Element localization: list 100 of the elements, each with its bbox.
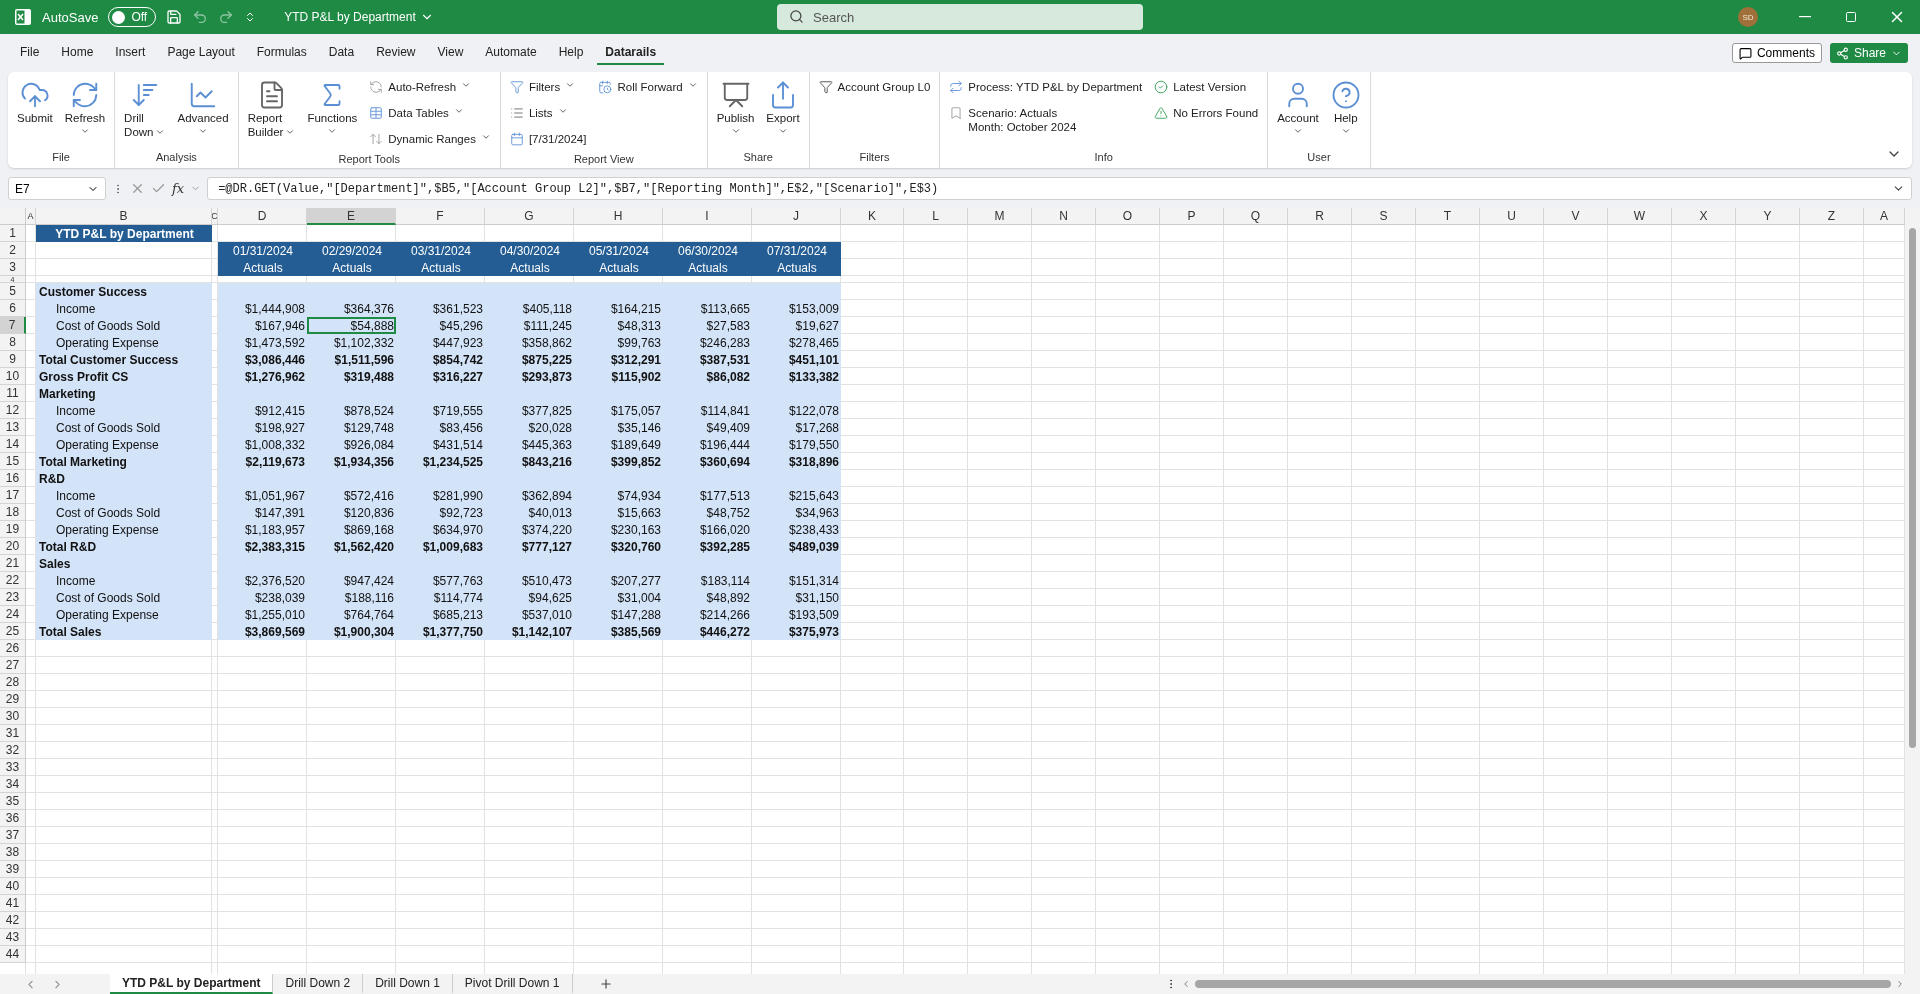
row-number[interactable]: 7 [0,317,26,334]
ribbon-button[interactable]: Export [763,78,803,138]
search-field[interactable]: Search [777,4,1143,30]
cancel-icon[interactable] [130,181,145,196]
column-header[interactable]: H [574,208,663,225]
ribbon-button[interactable]: Account Group L0 [815,78,934,101]
row-number[interactable]: 1 [0,225,26,242]
row-number[interactable]: 28 [0,674,26,691]
menu-tab[interactable]: File [12,41,48,65]
row-number[interactable]: 27 [0,657,26,674]
row-number[interactable]: 11 [0,385,26,402]
column-header[interactable]: U [1480,208,1544,225]
column-header[interactable]: I [663,208,752,225]
row-number[interactable]: 39 [0,861,26,878]
ribbon-button[interactable]: Refresh [61,78,109,138]
row-number[interactable]: 6 [0,300,26,317]
share-button[interactable]: Share [1829,43,1908,63]
row-number[interactable]: 32 [0,742,26,759]
menu-tab[interactable]: Insert [107,41,154,65]
row-number[interactable]: 35 [0,793,26,810]
save-icon[interactable] [166,9,183,25]
column-header[interactable]: M [968,208,1032,225]
row-number[interactable]: 29 [0,691,26,708]
row-number[interactable]: 31 [0,725,26,742]
column-header[interactable]: S [1352,208,1416,225]
menu-tab[interactable]: Help [550,41,592,65]
menu-tab[interactable]: Page Layout [159,41,243,65]
row-number[interactable]: 38 [0,844,26,861]
row-number[interactable]: 42 [0,912,26,929]
menu-tab[interactable]: Review [368,41,424,65]
column-header[interactable]: O [1096,208,1160,225]
scroll-right-icon[interactable] [1895,979,1905,989]
menu-tab[interactable]: Data [320,41,363,65]
row-number[interactable]: 2 [0,242,26,259]
row-number[interactable]: 33 [0,759,26,776]
ribbon-button[interactable]: [7/31/2024] [506,130,590,153]
row-number[interactable]: 18 [0,504,26,521]
menu-tab[interactable]: Datarails [597,41,665,65]
column-header[interactable]: G [485,208,574,225]
sheet-tab[interactable]: YTD P&L by Department [110,974,274,994]
row-number[interactable]: 34 [0,776,26,793]
column-header[interactable]: J [752,208,841,225]
row-number[interactable]: 43 [0,929,26,946]
row-number[interactable]: 21 [0,555,26,572]
column-header[interactable]: L [904,208,968,225]
column-header[interactable]: W [1608,208,1672,225]
menu-tab[interactable]: Formulas [248,41,315,65]
scroll-left-icon[interactable] [1181,979,1191,989]
column-header[interactable]: K [841,208,904,225]
row-number[interactable]: 26 [0,640,26,657]
ribbon-button[interactable]: Drill Down [121,78,169,141]
ribbon-button[interactable]: Help [1327,78,1364,138]
sheet-tab[interactable]: Drill Down 1 [363,974,453,994]
column-header[interactable]: T [1416,208,1480,225]
name-box[interactable]: E7 [8,177,106,200]
row-number[interactable]: 16 [0,470,26,487]
ribbon-button[interactable]: Dynamic Ranges [366,130,494,153]
column-header[interactable]: A [1864,208,1905,225]
horizontal-scrollbar[interactable] [1195,980,1891,988]
menu-tab[interactable]: View [429,41,472,65]
column-header[interactable]: B [36,208,212,225]
user-avatar[interactable]: SD [1738,7,1758,27]
column-header[interactable]: R [1288,208,1352,225]
row-number[interactable]: 14 [0,436,26,453]
ribbon-button[interactable]: Functions [304,78,361,138]
undo-icon[interactable] [192,9,209,25]
row-number[interactable]: 44 [0,946,26,963]
row-number[interactable]: 9 [0,351,26,368]
row-number[interactable]: 41 [0,895,26,912]
menu-tab[interactable]: Home [53,41,102,65]
ribbon-button[interactable]: Filters [506,78,590,101]
sheet-tab[interactable]: Pivot Drill Down 1 [452,974,573,994]
formula-field[interactable]: =@DR.GET(Value,"[Department]",$B5,"[Account Group L2]",$B7,"[Reporting Month]",E$2,"[Scenario]",E$3) [207,177,1912,200]
row-number[interactable]: 13 [0,419,26,436]
row-number[interactable]: 40 [0,878,26,895]
column-header[interactable]: X [1672,208,1736,225]
column-header[interactable]: Z [1800,208,1864,225]
column-header[interactable]: V [1544,208,1608,225]
row-number[interactable]: 5 [0,283,26,300]
row-number[interactable]: 23 [0,589,26,606]
ribbon-button[interactable]: Report Builder [244,78,299,141]
ribbon-button[interactable]: Account [1274,78,1322,138]
row-number[interactable]: 17 [0,487,26,504]
column-header[interactable]: N [1032,208,1096,225]
column-header[interactable]: E [307,208,396,225]
ribbon-button[interactable]: Advanced [174,78,232,138]
document-title[interactable]: YTD P&L by Department [284,10,434,24]
column-header[interactable]: D [218,208,307,225]
column-header[interactable]: Y [1736,208,1800,225]
ribbon-button[interactable]: Lists [506,104,590,127]
row-number[interactable]: 25 [0,623,26,640]
row-number[interactable]: 3 [0,259,26,276]
comments-button[interactable]: Comments [1731,43,1822,63]
ribbon-button[interactable]: Publish [713,78,758,138]
ribbon-button[interactable]: Data Tables [366,104,494,127]
row-number[interactable]: 10 [0,368,26,385]
row-number[interactable]: 20 [0,538,26,555]
insert-function-button[interactable]: fx [172,181,185,196]
add-sheet-button[interactable] [598,977,613,991]
row-number[interactable]: 12 [0,402,26,419]
